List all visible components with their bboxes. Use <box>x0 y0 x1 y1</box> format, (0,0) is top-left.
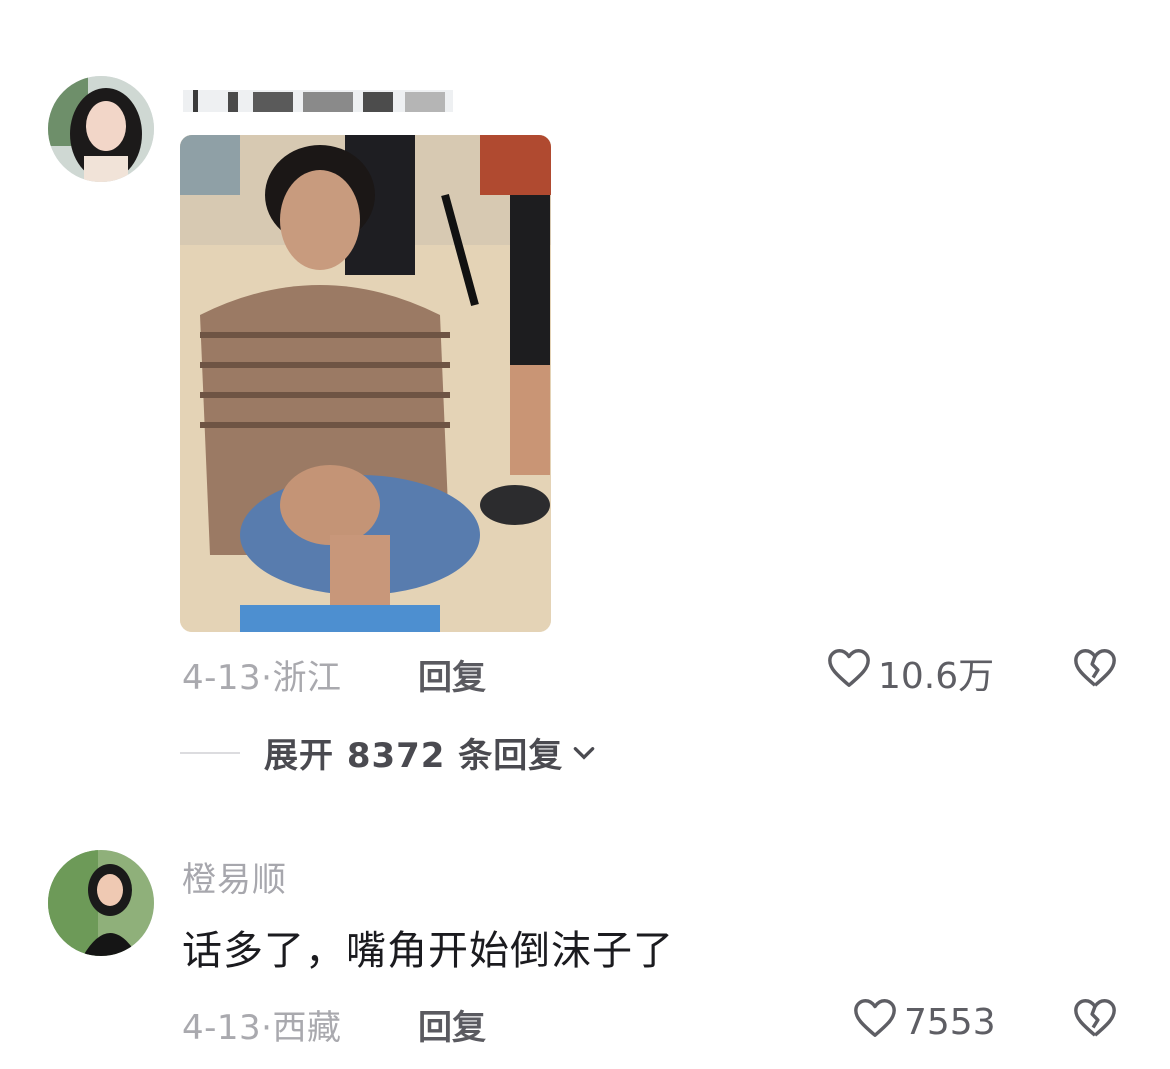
expand-replies-label: 展开 8372 条回复 <box>264 736 564 776</box>
comment-date-location: 4-13·浙江 <box>182 658 342 698</box>
dislike-button[interactable] <box>1072 996 1118 1040</box>
author-name[interactable]: 橙易顺 <box>182 852 287 901</box>
reply-button[interactable]: 回复 <box>418 1000 486 1049</box>
like-button[interactable]: 7553 <box>852 996 996 1049</box>
like-count: 7553 <box>904 1002 996 1043</box>
heart-outline-icon <box>852 996 898 1049</box>
chevron-down-icon <box>574 746 595 760</box>
comment-date-location: 4-13·西藏 <box>182 1008 342 1048</box>
avatar[interactable] <box>48 76 154 182</box>
avatar[interactable] <box>48 850 154 956</box>
author-name-blurred[interactable] <box>183 80 453 120</box>
comment-photo[interactable] <box>180 135 551 632</box>
comment-text: 话多了，嘴角开始倒沫子了 <box>182 928 674 974</box>
divider <box>180 751 240 754</box>
dislike-button[interactable] <box>1072 646 1118 690</box>
like-button[interactable]: 10.6万 <box>826 646 994 699</box>
broken-heart-icon <box>1074 649 1116 687</box>
reply-button[interactable]: 回复 <box>418 650 486 699</box>
heart-outline-icon <box>826 646 872 699</box>
expand-replies-button[interactable]: 展开 8372 条回复 <box>180 728 597 777</box>
like-count: 10.6万 <box>878 655 995 697</box>
broken-heart-icon <box>1074 999 1116 1037</box>
